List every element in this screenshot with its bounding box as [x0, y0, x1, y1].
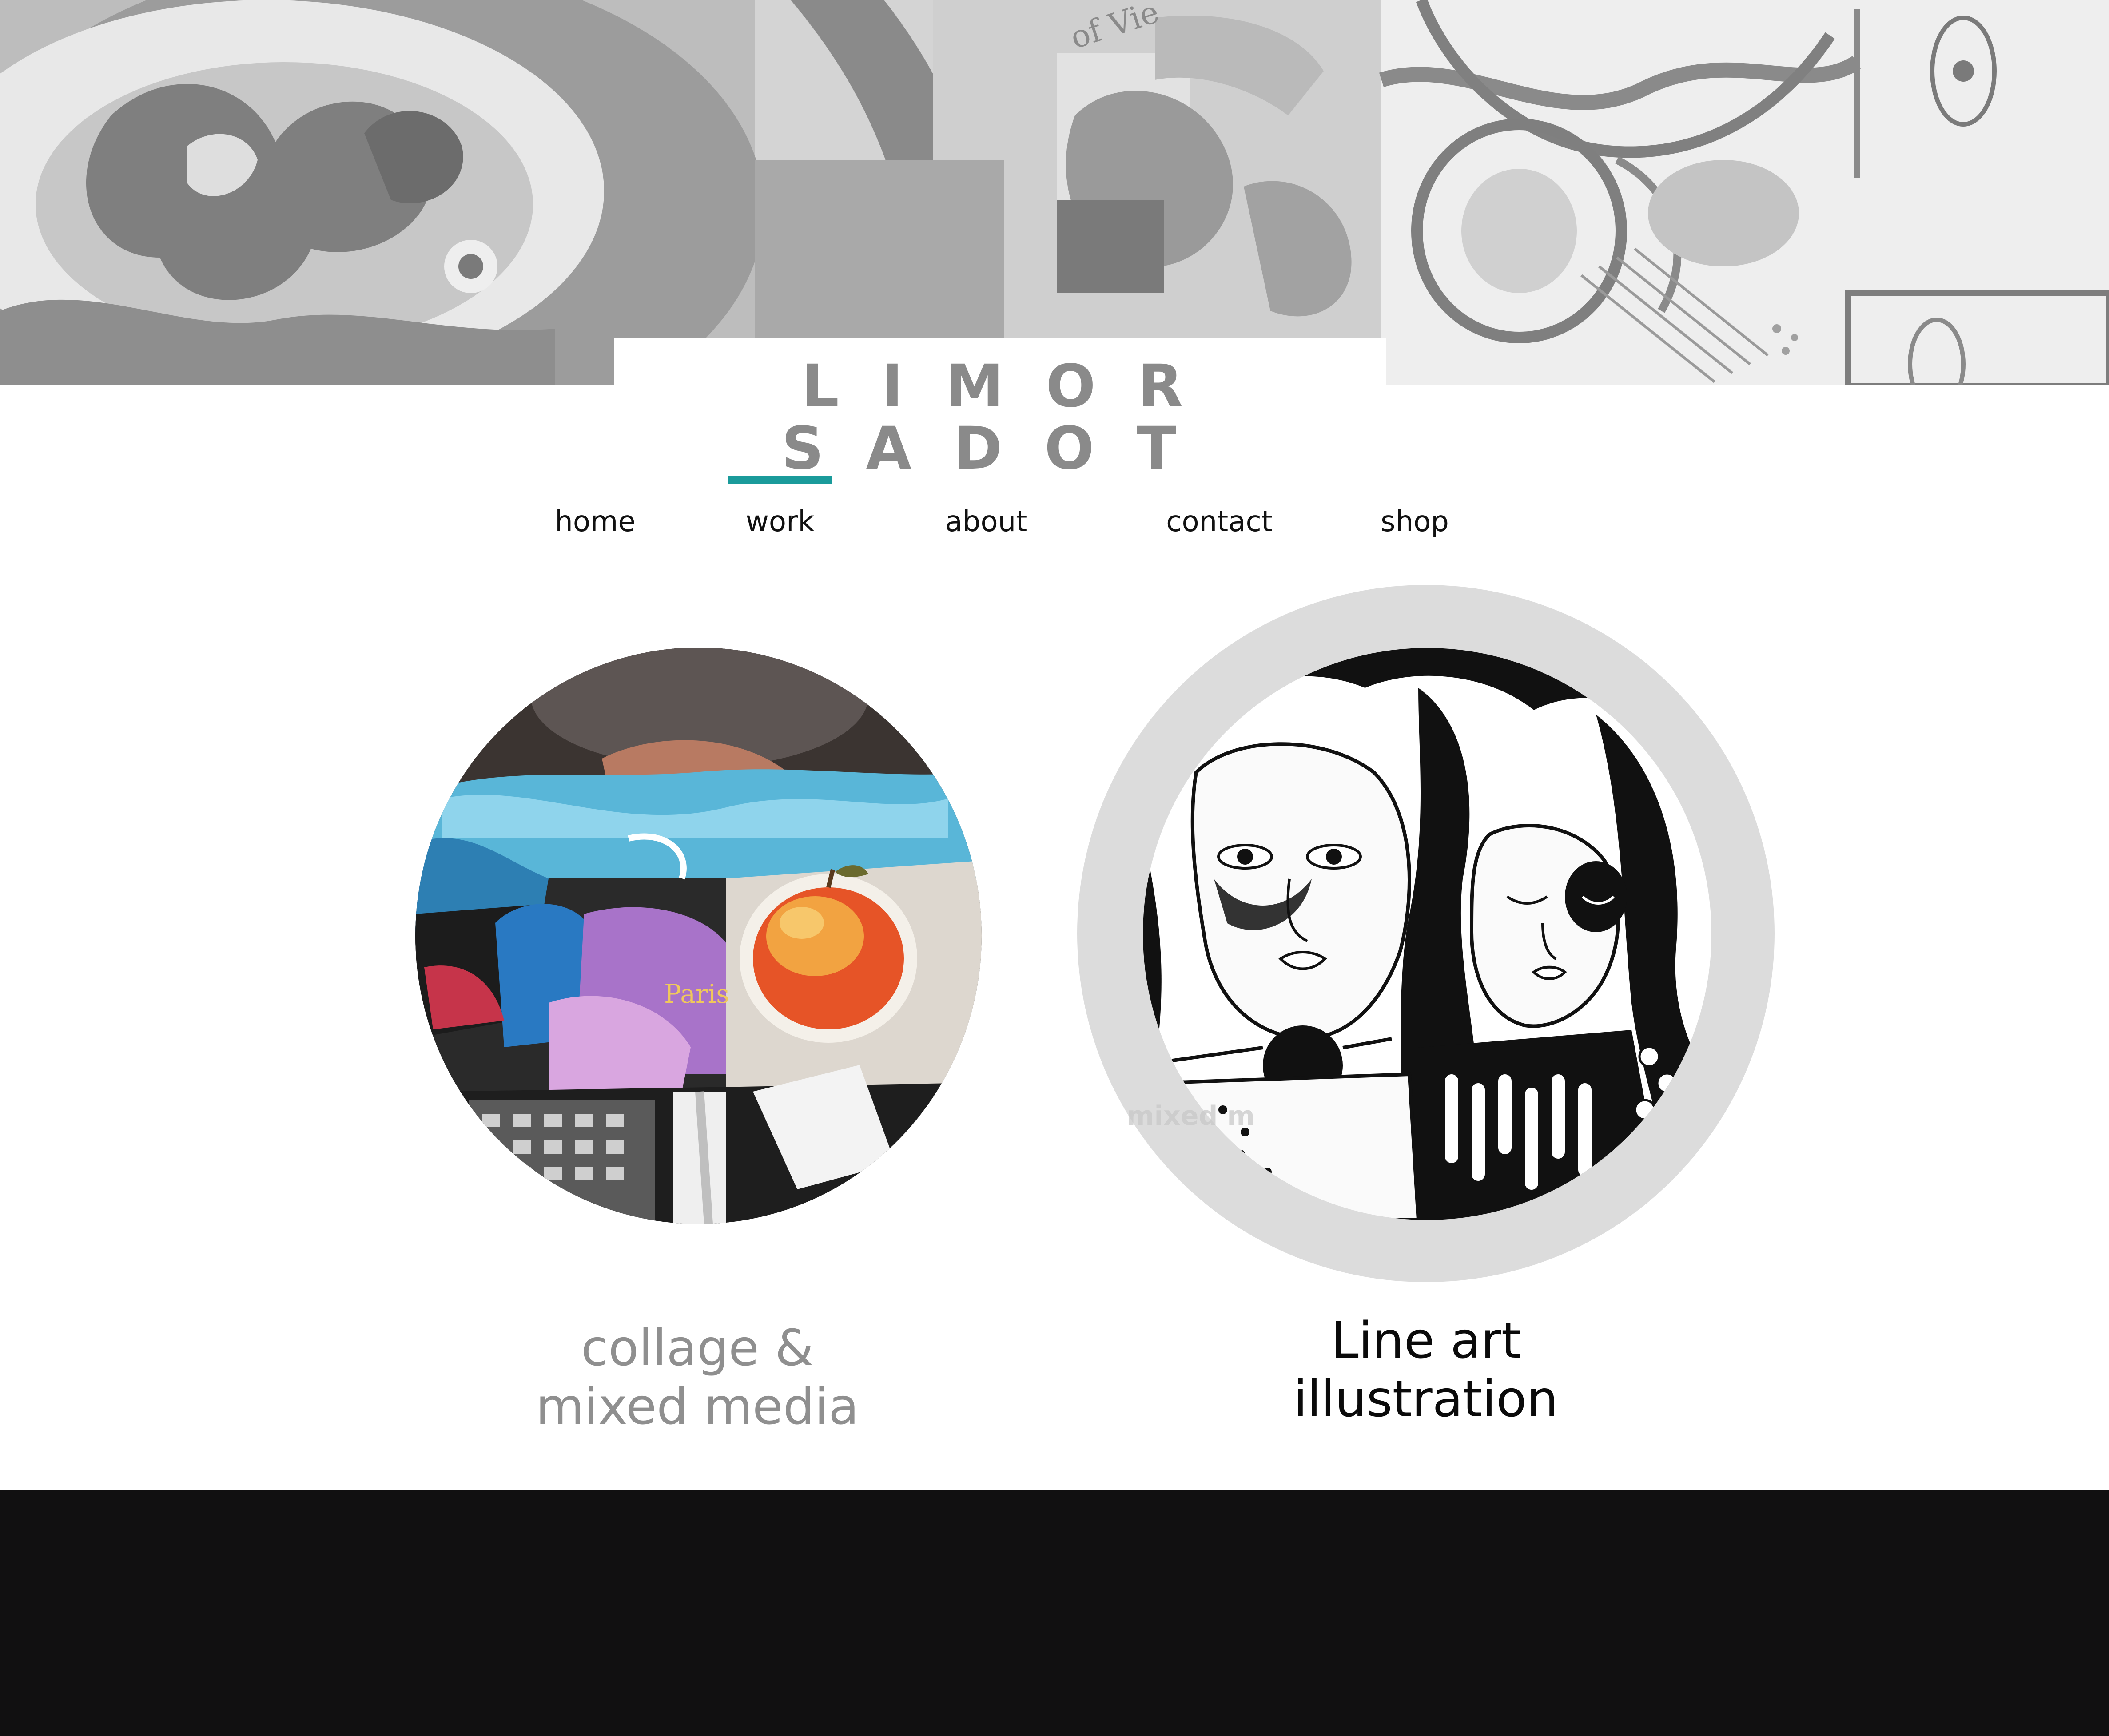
site-title[interactable]: LIMOR SADOT	[614, 355, 1386, 480]
nav-item-contact[interactable]: contact	[1150, 497, 1288, 546]
nav-item-home[interactable]: home	[544, 497, 646, 546]
nav-item-about[interactable]: about	[928, 497, 1044, 546]
line-art-card-title[interactable]: Line art illustration	[1075, 1311, 1777, 1429]
line-art-artwork-image	[1143, 648, 1711, 1220]
collage-artwork-image: Paris	[415, 648, 982, 1224]
watermark-text: mixed m	[1126, 1100, 1255, 1132]
main-nav: home work about contact shop	[0, 471, 2109, 551]
grayscale-collage-banner-image: of Vie	[0, 0, 2109, 385]
line-art-title-line1: Line art	[1331, 1312, 1521, 1370]
nav-item-work[interactable]: work	[728, 497, 832, 546]
collage-title-line2: mixed media	[536, 1378, 859, 1436]
active-nav-indicator	[728, 476, 832, 484]
collage-title-line1: collage &	[581, 1319, 814, 1377]
collage-card-title[interactable]: collage & mixed media	[409, 1319, 986, 1436]
header-banner: of Vie	[0, 0, 2109, 385]
collage-card[interactable]: Paris collage & mixed media	[409, 640, 986, 1439]
line-art-card[interactable]: mixed m Line art illustration	[1075, 584, 1777, 1428]
footer	[0, 1490, 2109, 1736]
line-art-title-line2: illustration	[1293, 1371, 1558, 1428]
nav-item-shop[interactable]: shop	[1373, 497, 1457, 546]
svg-text:Paris: Paris	[664, 979, 729, 1009]
